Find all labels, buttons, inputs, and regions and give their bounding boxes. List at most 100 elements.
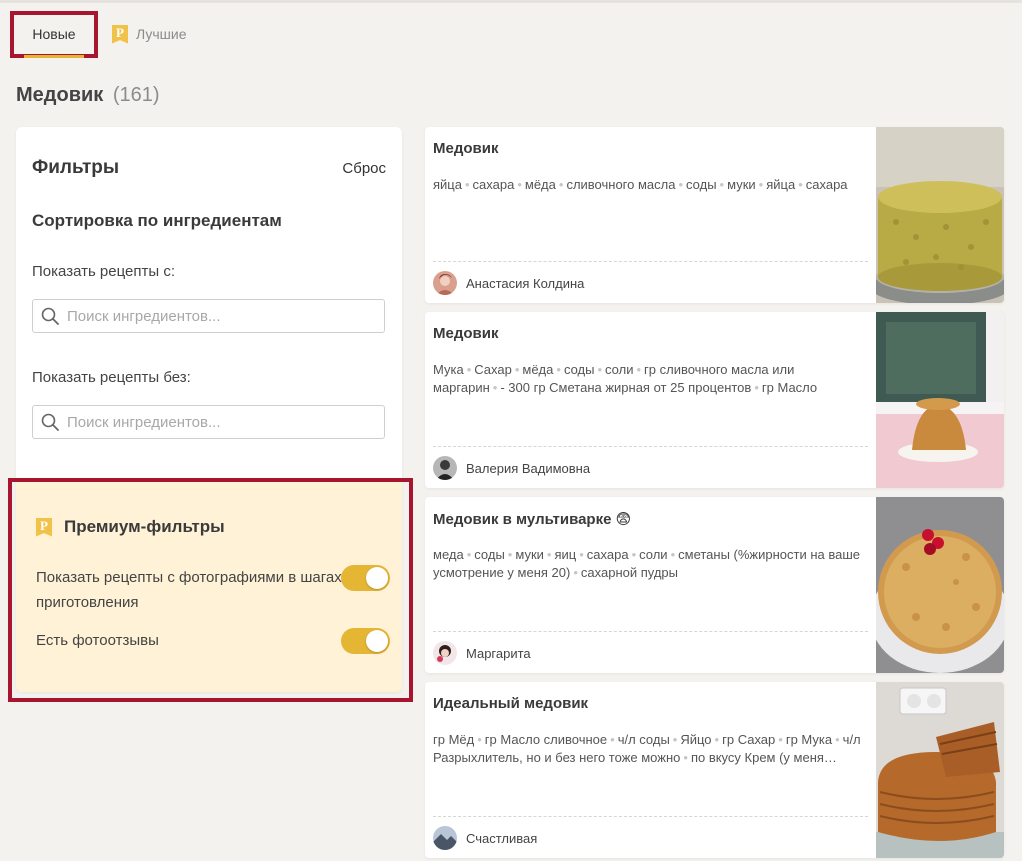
bullet-separator: • bbox=[492, 380, 498, 395]
filters-title: Фильтры bbox=[32, 157, 120, 178]
page-title-text: Медовик bbox=[16, 84, 104, 106]
recipe-photo[interactable] bbox=[876, 312, 1004, 488]
card-divider bbox=[433, 261, 868, 262]
ingredient-item: гр Масло сливочное bbox=[484, 732, 608, 747]
bullet-separator: • bbox=[579, 547, 584, 562]
bullet-separator: • bbox=[507, 547, 513, 562]
recipe-photo[interactable] bbox=[876, 682, 1004, 858]
avatar bbox=[433, 271, 457, 295]
recipe-author[interactable]: Счастливая bbox=[433, 826, 537, 850]
bullet-separator: • bbox=[670, 547, 676, 562]
recipe-photo[interactable] bbox=[876, 127, 1004, 303]
card-divider bbox=[433, 816, 868, 817]
ingredient-item: соды bbox=[686, 177, 717, 192]
bullet-separator: • bbox=[631, 547, 637, 562]
recipe-author[interactable]: Анастасия Колдина bbox=[433, 271, 584, 295]
bullet-separator: • bbox=[558, 177, 564, 192]
photo-reviews-toggle[interactable] bbox=[341, 628, 390, 654]
recipe-card[interactable]: Медовик в мультиварке 😨 меда • соды • муки • я… bbox=[425, 497, 1004, 673]
bullet-separator: • bbox=[778, 732, 783, 747]
ingredient-item: гр Мука bbox=[785, 732, 833, 747]
ingredient-item: - 300 гр Сметана жирная от 25 процентов bbox=[500, 380, 752, 395]
recipe-author[interactable]: Маргарита bbox=[433, 641, 531, 665]
bullet-separator: • bbox=[573, 565, 578, 580]
search-icon bbox=[41, 307, 59, 325]
tab-best[interactable]: P Лучшие bbox=[112, 24, 187, 44]
tab-new-label: Новые bbox=[32, 26, 76, 42]
search-icon bbox=[41, 413, 59, 431]
recipe-ingredients: гр Мёд • гр Масло сливочное • ч/л соды • Яйцо •… bbox=[433, 731, 869, 767]
author-name: Счастливая bbox=[466, 830, 538, 846]
bullet-separator: • bbox=[683, 750, 688, 765]
filters-header: Фильтры Сброс bbox=[32, 157, 386, 179]
premium-option-step-photos-label: Показать рецепты с фотографиями в шагах … bbox=[36, 569, 342, 611]
ingredient-item: Сахар bbox=[474, 362, 512, 377]
premium-filters-title: Премиум-фильтры bbox=[64, 517, 225, 536]
include-ingredients-input[interactable] bbox=[67, 301, 384, 331]
page-title: Медовик (161) bbox=[16, 84, 160, 107]
premium-bookmark-icon: P bbox=[36, 517, 52, 537]
recipe-count: (161) bbox=[112, 84, 160, 106]
bullet-separator: • bbox=[556, 362, 561, 377]
bullet-separator: • bbox=[464, 177, 470, 192]
author-name: Маргарита bbox=[466, 645, 531, 661]
bullet-separator: • bbox=[835, 732, 840, 747]
bullet-separator: • bbox=[466, 547, 472, 562]
ingredient-item: сахарной пудры bbox=[580, 565, 678, 580]
include-ingredients-search[interactable] bbox=[32, 299, 385, 333]
ingredient-item: сахара bbox=[586, 547, 629, 562]
exclude-ingredients-label: Показать рецепты без: bbox=[32, 369, 191, 386]
ingredient-item: муки bbox=[515, 547, 544, 562]
ingredient-item: гр Сахар bbox=[722, 732, 776, 747]
tab-best-label: Лучшие bbox=[136, 26, 187, 42]
ingredient-item: гр Мёд bbox=[433, 732, 475, 747]
premium-filters-header: P Премиум-фильтры bbox=[36, 517, 225, 537]
premium-option-photo-reviews-label: Есть фотоотзывы bbox=[36, 632, 159, 649]
recipe-card[interactable]: Медовик Мука • Сахар • мёда • соды • соли • гр сли… bbox=[425, 312, 1004, 488]
recipe-author[interactable]: Валерия Вадимовна bbox=[433, 456, 590, 480]
bullet-separator: • bbox=[514, 362, 520, 377]
recipe-photo[interactable] bbox=[876, 497, 1004, 673]
recipe-title[interactable]: Медовик bbox=[433, 325, 498, 342]
ingredient-item: Яйцо bbox=[680, 732, 712, 747]
recipe-ingredients: Мука • Сахар • мёда • соды • соли • гр сливочного … bbox=[433, 361, 869, 397]
bullet-separator: • bbox=[758, 177, 764, 192]
recipe-title[interactable]: Медовик bbox=[433, 140, 498, 157]
ingredient-item: гр Масло bbox=[761, 380, 818, 395]
bullet-separator: • bbox=[636, 362, 642, 377]
ingredient-item: муки bbox=[727, 177, 756, 192]
ingredient-item: сахара bbox=[472, 177, 515, 192]
bullet-separator: • bbox=[678, 177, 684, 192]
exclude-ingredients-search[interactable] bbox=[32, 405, 385, 439]
recipe-title[interactable]: Медовик в мультиварке 😨 bbox=[433, 510, 631, 528]
ingredient-item: соды bbox=[563, 362, 595, 377]
tab-bar: Новые P Лучшие bbox=[10, 10, 186, 58]
ingredient-item: мёда bbox=[524, 177, 556, 192]
ingredient-item: соли bbox=[639, 547, 668, 562]
premium-filters-highlight: P Премиум-фильтры Показать рецепты с фот… bbox=[8, 478, 413, 702]
premium-filters-panel: P Премиум-фильтры Показать рецепты с фот… bbox=[16, 482, 402, 692]
ingredient-item: по вкусу Крем (у меня… bbox=[690, 750, 837, 765]
ingredient-item: соли bbox=[605, 362, 634, 377]
reset-filters-link[interactable]: Сброс bbox=[342, 160, 386, 177]
ingredient-item: соды bbox=[474, 547, 505, 562]
ingredient-item: сливочного масла bbox=[566, 177, 676, 192]
bullet-separator: • bbox=[610, 732, 615, 747]
bullet-separator: • bbox=[477, 732, 482, 747]
avatar bbox=[433, 456, 457, 480]
step-photos-toggle[interactable] bbox=[341, 565, 390, 591]
bullet-separator: • bbox=[597, 362, 603, 377]
recipe-ingredients: яйца • сахара • мёда • сливочного масла • соды • м… bbox=[433, 176, 869, 194]
recipe-card[interactable]: Медовик яйца • сахара • мёда • сливочного масл… bbox=[425, 127, 1004, 303]
tab-new[interactable]: Новые bbox=[10, 10, 98, 58]
ingredient-item: яйца bbox=[766, 177, 796, 192]
bullet-separator: • bbox=[517, 177, 522, 192]
recipe-ingredients: меда • соды • муки • яиц • сахара • соли • сметаны (… bbox=[433, 546, 869, 582]
ingredient-item: мёда bbox=[522, 362, 554, 377]
exclude-ingredients-input[interactable] bbox=[67, 407, 384, 437]
recipe-card[interactable]: Идеальный медовик гр Мёд • гр Масло сливоч… bbox=[425, 682, 1004, 858]
recipe-title[interactable]: Идеальный медовик bbox=[433, 695, 588, 712]
bullet-separator: • bbox=[714, 732, 720, 747]
premium-bookmark-icon: P bbox=[112, 24, 128, 44]
avatar bbox=[433, 641, 457, 665]
